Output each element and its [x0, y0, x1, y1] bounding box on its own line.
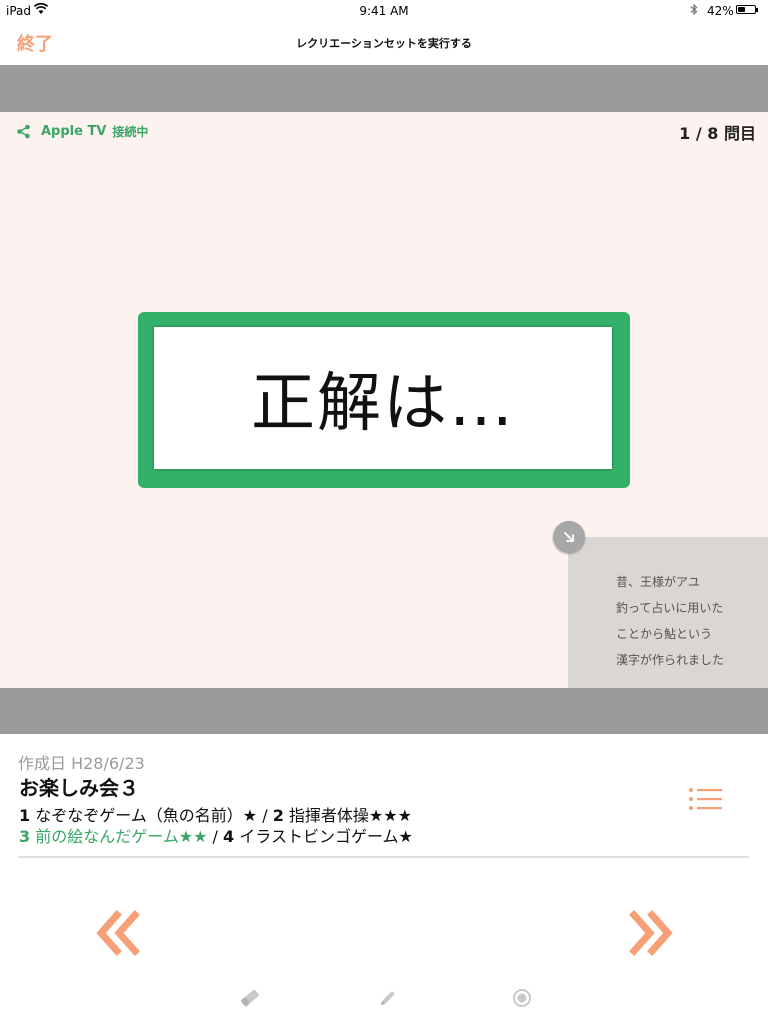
question-counter: 1 / 8 問目	[679, 124, 756, 143]
game-list-button[interactable]	[688, 787, 722, 811]
bluetooth-icon	[689, 3, 699, 19]
hint-line: 昔、王様がアユ	[616, 575, 701, 589]
battery-icon	[736, 5, 758, 14]
top-band	[0, 65, 768, 112]
battery-percent: 42%	[707, 4, 734, 18]
game-number: 2	[272, 806, 284, 825]
game-name: イラストビンゴゲーム★	[239, 827, 413, 846]
hint-line: ことから鮎という	[616, 627, 713, 641]
game-name: なぞなぞゲーム（魚の名前）★	[35, 806, 258, 825]
answer-card-inner: 正解は…	[154, 327, 612, 469]
game-item-current: 3 前の絵なんだゲーム★★	[19, 827, 207, 846]
answer-card: 正解は…	[138, 312, 630, 488]
set-title: お楽しみ会３	[19, 776, 139, 800]
presentation-stage: Apple TV 接続中 1 / 8 問目 正解は… 昔、王様がアユ 釣って占い…	[0, 112, 768, 688]
hint-collapse-button[interactable]	[553, 521, 585, 553]
eraser-tool[interactable]	[238, 986, 262, 1010]
set-info: 作成日 H28/6/23 お楽しみ会３ 1 なぞなぞゲーム（魚の名前）★ / 2…	[0, 734, 768, 1024]
game-item: 1 なぞなぞゲーム（魚の名前）★	[19, 806, 257, 825]
divider	[18, 856, 749, 858]
game-number: 4	[223, 827, 235, 846]
arrow-down-right-icon	[564, 532, 574, 542]
separator: /	[262, 806, 273, 825]
status-time: 9:41 AM	[359, 4, 409, 18]
game-number: 1	[19, 806, 31, 825]
game-item: 4 イラストビンゴゲーム★	[223, 827, 413, 846]
game-list: 1 なぞなぞゲーム（魚の名前）★ / 2 指揮者体操★★★ 3 前の絵なんだゲー…	[19, 805, 413, 847]
hint-text: 昔、王様がアユ 釣って占いに用いた ことから鮎という 漢字が作られました	[616, 569, 724, 673]
page-title: レクリエーションセットを実行する	[296, 37, 472, 50]
previous-button[interactable]	[95, 910, 143, 956]
apple-tv-status: Apple TV 接続中	[16, 123, 148, 140]
separator: /	[212, 827, 224, 846]
status-bar: iPad 9:41 AM 42%	[0, 0, 768, 22]
game-name: 指揮者体操★★★	[288, 806, 412, 825]
game-item: 2 指揮者体操★★★	[273, 806, 412, 825]
double-chevron-left-icon	[96, 910, 140, 956]
game-line: 1 なぞなぞゲーム（魚の名前）★ / 2 指揮者体操★★★	[19, 805, 413, 826]
connection-status: 接続中	[112, 125, 149, 139]
nav-bar: 終了 レクリエーションセットを実行する	[0, 22, 768, 64]
answer-text: 正解は…	[251, 367, 515, 441]
record-tool[interactable]	[510, 986, 534, 1010]
record-icon	[513, 989, 531, 1007]
double-chevron-right-icon	[629, 910, 673, 956]
share-icon	[17, 124, 30, 139]
pen-icon	[381, 991, 395, 1005]
game-name: 前の絵なんだゲーム★★	[35, 827, 208, 846]
game-number: 3	[19, 827, 31, 846]
hint-panel: 昔、王様がアユ 釣って占いに用いた ことから鮎という 漢字が作られました	[568, 537, 768, 688]
bottom-band	[0, 688, 768, 734]
game-line: 3 前の絵なんだゲーム★★ / 4 イラストビンゴゲーム★	[19, 826, 413, 847]
list-icon	[689, 788, 722, 810]
next-button[interactable]	[626, 910, 674, 956]
eraser-icon	[240, 989, 259, 1007]
created-date: 作成日 H28/6/23	[18, 754, 145, 773]
apple-tv-label: Apple TV	[41, 124, 107, 139]
hint-line: 漢字が作られました	[616, 653, 725, 667]
hint-line: 釣って占いに用いた	[616, 601, 724, 615]
pen-tool[interactable]	[376, 986, 400, 1010]
